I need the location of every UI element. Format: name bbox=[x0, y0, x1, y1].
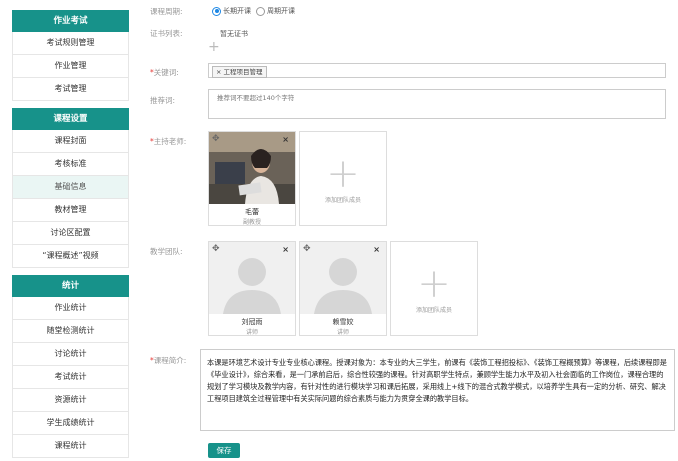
close-icon[interactable]: × bbox=[373, 245, 380, 254]
remove-tag-icon[interactable]: × bbox=[216, 68, 224, 76]
radio-unchecked-icon bbox=[256, 6, 265, 16]
team-member-card[interactable]: ✥ × 刘冠雨 讲师 bbox=[208, 241, 296, 336]
sidebar-item-forum-config[interactable]: 讨论区配置 bbox=[12, 222, 129, 245]
drag-handle-icon[interactable]: ✥ bbox=[303, 244, 311, 254]
add-team-member-button[interactable]: + 添加团队成员 bbox=[390, 241, 478, 336]
close-icon[interactable]: × bbox=[282, 245, 289, 254]
plus-icon: + bbox=[326, 151, 360, 197]
sidebar-item-exam-stats[interactable]: 考试统计 bbox=[12, 366, 129, 389]
sidebar-item-course-cover[interactable]: 课程封面 bbox=[12, 130, 129, 153]
certificate-label: 证书列表: bbox=[150, 29, 183, 38]
plus-icon: + bbox=[417, 261, 451, 307]
sidebar-section-homework: 作业考试 bbox=[12, 10, 129, 32]
period-option-cycle[interactable]: 周期开课 bbox=[256, 6, 295, 16]
keywords-label: *关键词: bbox=[150, 68, 179, 77]
team-label: 教学团队: bbox=[150, 247, 183, 256]
keyword-tag[interactable]: × 工程项目管理 bbox=[212, 66, 267, 78]
member-role: 讲师 bbox=[245, 329, 258, 336]
keywords-input[interactable]: × 工程项目管理 bbox=[208, 63, 666, 78]
certificate-value: 暂无证书 bbox=[220, 30, 248, 38]
teacher-role: 副教授 bbox=[242, 219, 261, 226]
host-teacher-card[interactable]: ✥ × 毛蕾 副教授 bbox=[208, 131, 296, 226]
drag-handle-icon[interactable]: ✥ bbox=[212, 244, 220, 254]
save-button[interactable]: 保存 bbox=[208, 443, 240, 458]
period-option-long[interactable]: 长期开课 bbox=[212, 6, 251, 16]
sidebar: 作业考试 考试规则管理 作业管理 考试管理 课程设置 课程封面 考核标准 基础信… bbox=[12, 10, 129, 458]
sidebar-item-homework-stats[interactable]: 作业统计 bbox=[12, 297, 129, 320]
sidebar-item-quiz-stats[interactable]: 随堂检测统计 bbox=[12, 320, 129, 343]
sidebar-item-overview-video[interactable]: “课程概述”视频 bbox=[12, 245, 129, 268]
close-icon[interactable]: × bbox=[282, 135, 289, 144]
add-member-label: 添加团队成员 bbox=[324, 197, 361, 204]
sidebar-item-discussion-stats[interactable]: 讨论统计 bbox=[12, 343, 129, 366]
add-member-label: 添加团队成员 bbox=[415, 307, 452, 314]
recommend-placeholder: 推荐词不要超过140个字符 bbox=[217, 94, 295, 102]
recommend-input[interactable]: 推荐词不要超过140个字符 bbox=[208, 89, 666, 119]
course-info-form: 课程周期: 长期开课 周期开课 证书列表: 暂无证书 + *关键词: × 工程项… bbox=[150, 0, 675, 461]
sidebar-item-course-stats[interactable]: 课程统计 bbox=[12, 435, 129, 458]
radio-checked-icon bbox=[212, 6, 221, 16]
sidebar-item-textbook[interactable]: 教材管理 bbox=[12, 199, 129, 222]
sidebar-item-assessment[interactable]: 考核标准 bbox=[12, 153, 129, 176]
intro-textarea[interactable]: 本课是环境艺术设计专业专业核心课程。授课对象为：本专业的大三学生，前课有《装饰工… bbox=[200, 349, 675, 431]
sidebar-item-exam-manage[interactable]: 考试管理 bbox=[12, 78, 129, 101]
add-host-teacher-button[interactable]: + 添加团队成员 bbox=[299, 131, 387, 226]
teacher-name: 毛蕾 bbox=[245, 208, 259, 216]
member-name: 赖雪姣 bbox=[332, 318, 354, 326]
sidebar-item-exam-rules[interactable]: 考试规则管理 bbox=[12, 32, 129, 55]
recommend-label: 推荐词: bbox=[150, 96, 176, 105]
member-name: 刘冠雨 bbox=[241, 318, 263, 326]
sidebar-item-basic-info[interactable]: 基础信息 bbox=[12, 176, 129, 199]
intro-label: *课程简介: bbox=[150, 356, 187, 365]
team-member-card[interactable]: ✥ × 赖雪姣 讲师 bbox=[299, 241, 387, 336]
sidebar-item-homework-manage[interactable]: 作业管理 bbox=[12, 55, 129, 78]
drag-handle-icon[interactable]: ✥ bbox=[212, 134, 220, 144]
host-teacher-label: *主持老师: bbox=[150, 137, 187, 146]
sidebar-item-resource-stats[interactable]: 资源统计 bbox=[12, 389, 129, 412]
member-role: 讲师 bbox=[336, 329, 349, 336]
sidebar-section-stats: 统计 bbox=[12, 275, 129, 297]
period-label: 课程周期: bbox=[150, 7, 183, 16]
sidebar-section-course-settings: 课程设置 bbox=[12, 108, 129, 130]
add-certificate-icon[interactable]: + bbox=[208, 40, 220, 54]
sidebar-item-grade-stats[interactable]: 学生成绩统计 bbox=[12, 412, 129, 435]
